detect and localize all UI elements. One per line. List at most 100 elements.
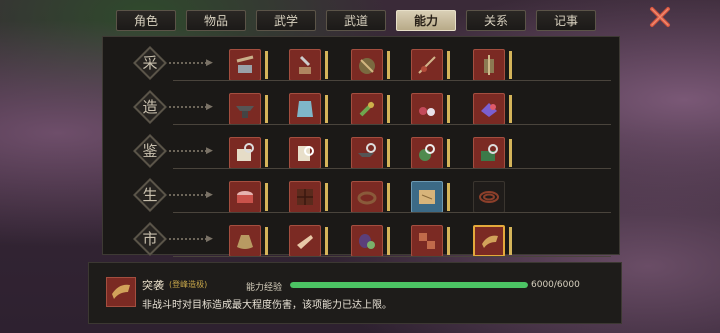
- skill-slot-selected[interactable]: [473, 225, 505, 257]
- arrow-icon: ▶: [206, 146, 213, 156]
- exp-progress-fill: [290, 282, 528, 288]
- row-divider: [173, 124, 611, 125]
- skill-slot[interactable]: [473, 137, 505, 169]
- skill-slot[interactable]: [289, 49, 321, 81]
- tab-journal[interactable]: 记事: [536, 10, 596, 31]
- skill-slot[interactable]: [351, 225, 383, 257]
- gem-berries-icon: [419, 107, 435, 116]
- skill-slot[interactable]: [229, 181, 261, 213]
- tab-items[interactable]: 物品: [186, 10, 246, 31]
- row-label-diamond: 造: [133, 90, 167, 124]
- row-divider: [173, 80, 611, 81]
- row-label-diamond: 市: [133, 222, 167, 256]
- crystal-ore-icon: [481, 103, 497, 117]
- skill-level-bar: [387, 51, 390, 79]
- skill-slot[interactable]: [229, 49, 261, 81]
- skill-slot[interactable]: [411, 181, 443, 213]
- row-label: 造: [142, 98, 158, 116]
- fishing-rod-icon: [418, 56, 436, 74]
- map-scroll-icon: [419, 190, 435, 204]
- skill-slot[interactable]: [289, 225, 321, 257]
- skill-level-bar: [447, 183, 450, 211]
- skill-level-bar: [387, 139, 390, 167]
- skill-level-bar: [509, 95, 512, 123]
- arrow-icon: ▶: [206, 102, 213, 112]
- skill-slot[interactable]: [229, 225, 261, 257]
- exp-value: 6000/6000: [531, 280, 580, 290]
- exp-label: 能力经验: [246, 283, 283, 293]
- skill-slot[interactable]: [473, 181, 505, 213]
- horn-icon: [482, 235, 498, 248]
- row-label-diamond: 鉴: [133, 134, 167, 168]
- tab-martial-arts[interactable]: 武学: [256, 10, 316, 31]
- row-divider: [173, 168, 611, 169]
- row-label: 生: [142, 186, 158, 204]
- skill-level-bar: [265, 227, 268, 255]
- skill-description: 非战斗时对目标造成最大程度伤害，该项能力已达上限。: [142, 300, 392, 311]
- row-label: 鉴: [142, 142, 158, 160]
- axe-stump-icon: [299, 55, 311, 74]
- skill-slot[interactable]: [289, 93, 321, 125]
- connector-dots: [169, 194, 207, 198]
- spear-trap-icon: [484, 55, 494, 75]
- skill-level-bar: [265, 183, 268, 211]
- skill-slot[interactable]: [473, 93, 505, 125]
- skill-info-panel: 突袭 (登峰造极) 能力经验 6000/6000 非战斗时对目标造成最大程度伤害…: [88, 262, 622, 324]
- skill-slot[interactable]: [351, 93, 383, 125]
- skill-slot[interactable]: [289, 137, 321, 169]
- tab-martial-way[interactable]: 武道: [326, 10, 386, 31]
- coiled-rope-icon: [357, 191, 377, 205]
- tab-character[interactable]: 角色: [116, 10, 176, 31]
- eggplant-bowl-icon: [359, 234, 375, 249]
- tab-abilities[interactable]: 能力: [396, 10, 456, 31]
- skill-level-bar: [447, 95, 450, 123]
- skill-level-bar: [447, 139, 450, 167]
- arrow-icon: ▶: [206, 234, 213, 244]
- ability-row-life: 生 ▶: [103, 175, 621, 219]
- potion-magnifier-icon: [419, 144, 435, 161]
- skill-level-bar: [325, 183, 328, 211]
- row-label-diamond: 采: [133, 46, 167, 80]
- ability-row-trade: 市 ▶: [103, 219, 621, 263]
- whip-icon: [479, 191, 499, 203]
- exp-progress-bar: [290, 282, 528, 288]
- skill-slot[interactable]: [411, 49, 443, 81]
- selected-skill-icon-frame: [106, 277, 136, 307]
- ability-grid-panel: 采 ▶ 造 ▶ 鉴 ▶ 生 ▶ 市 ▶: [102, 36, 621, 257]
- ability-row-craft: 造 ▶: [103, 87, 621, 131]
- skill-slot[interactable]: [411, 93, 443, 125]
- skill-slot[interactable]: [411, 137, 443, 169]
- skill-slot[interactable]: [351, 49, 383, 81]
- row-divider: [173, 212, 611, 213]
- chocolate-bar-icon: [297, 189, 313, 205]
- fishing-basket-icon: [359, 58, 375, 74]
- skill-slot[interactable]: [289, 181, 321, 213]
- skill-slot[interactable]: [351, 181, 383, 213]
- skill-slot[interactable]: [351, 137, 383, 169]
- tab-relations[interactable]: 关系: [466, 10, 526, 31]
- connector-dots: [169, 62, 207, 66]
- book-magnifier-icon: [237, 143, 254, 161]
- skill-level-bar: [387, 95, 390, 123]
- skill-level-bar: [325, 51, 328, 79]
- skill-slot[interactable]: [229, 137, 261, 169]
- skill-slot[interactable]: [473, 49, 505, 81]
- connector-dots: [169, 150, 207, 154]
- row-label-diamond: 生: [133, 178, 167, 212]
- drum-icon: [237, 191, 253, 203]
- pickaxe-ore-icon: [236, 55, 254, 73]
- pointing-hand-icon: [297, 235, 313, 249]
- close-button[interactable]: [649, 6, 671, 28]
- skill-level-bar: [447, 227, 450, 255]
- armor-vest-icon: [297, 101, 313, 117]
- skill-slot[interactable]: [411, 225, 443, 257]
- skill-level-bar: [265, 51, 268, 79]
- money-bag-icon: [237, 235, 253, 249]
- skill-level-bar: [447, 51, 450, 79]
- scroll-magnifier-icon: [298, 146, 314, 161]
- token-chain-icon: [419, 233, 435, 249]
- skill-level-bar: [325, 139, 328, 167]
- row-label: 市: [142, 230, 158, 248]
- skill-name: 突袭: [142, 279, 164, 292]
- skill-slot[interactable]: [229, 93, 261, 125]
